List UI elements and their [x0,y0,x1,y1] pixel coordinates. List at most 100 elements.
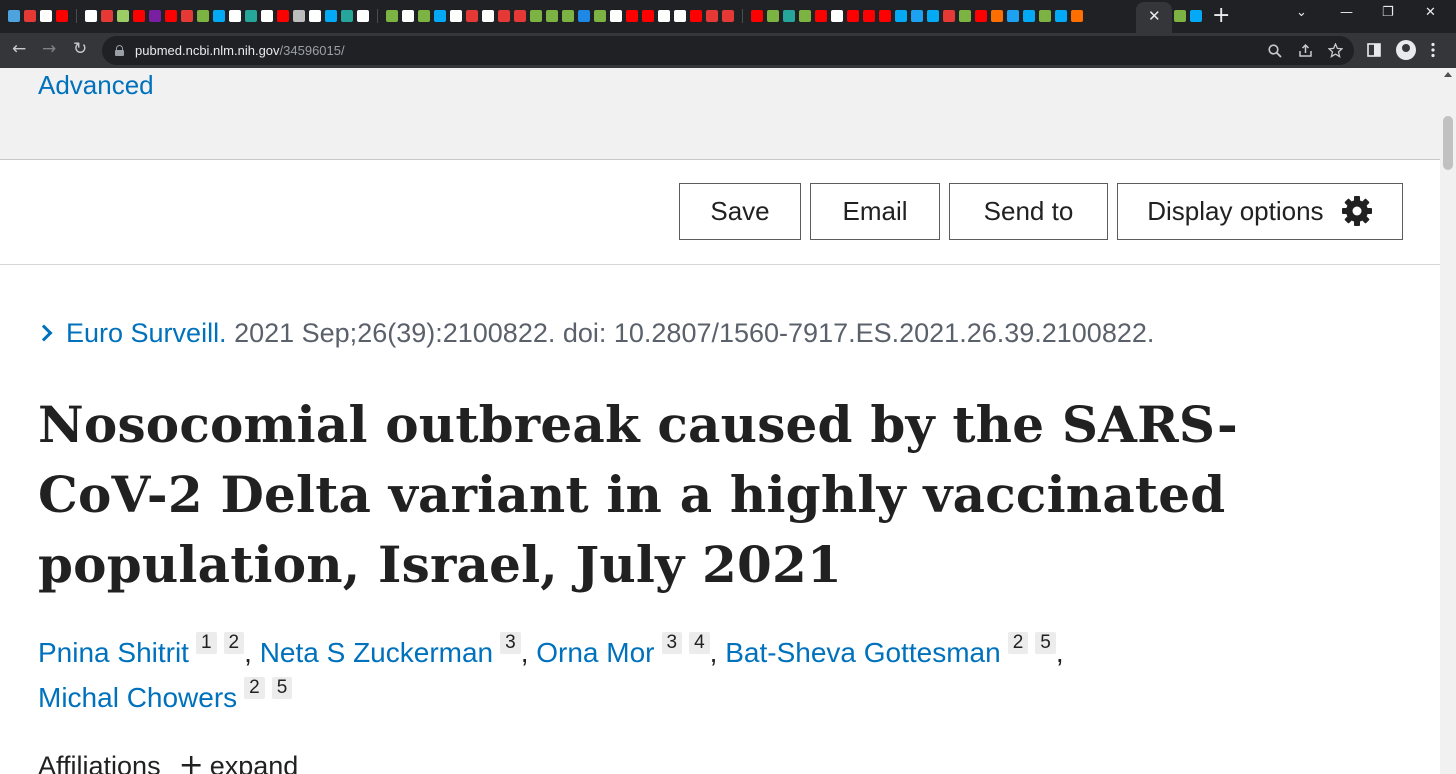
tab-favicon[interactable] [706,10,718,22]
tab-favicon[interactable] [767,10,779,22]
tab-favicon[interactable] [245,10,257,22]
scrollbar-thumb[interactable] [1443,116,1453,170]
tab-favicon[interactable] [799,10,811,22]
share-icon[interactable] [1298,43,1313,58]
side-panel-icon[interactable] [1367,43,1381,57]
menu-icon[interactable] [1430,42,1436,58]
send-to-button[interactable]: Send to [949,183,1108,240]
tab-favicon[interactable] [181,10,193,22]
advanced-search-link[interactable]: Advanced [38,70,154,101]
tab-favicon[interactable] [879,10,891,22]
tab-favicon[interactable] [8,10,20,22]
bookmark-star-icon[interactable] [1328,43,1343,58]
tab-favicon[interactable] [213,10,225,22]
tab-favicon[interactable] [1071,10,1083,22]
minimize-icon[interactable]: — [1340,5,1353,20]
tab-favicon[interactable] [482,10,494,22]
author-link[interactable]: Neta S Zuckerman [260,637,493,668]
tab-favicon[interactable] [530,10,542,22]
tab-favicon[interactable] [24,10,36,22]
affiliation-badge[interactable]: 3 [500,632,521,654]
tab-favicon[interactable] [1174,10,1186,22]
back-icon[interactable]: ← [12,39,26,59]
tab-favicon[interactable] [815,10,827,22]
tab-favicon[interactable] [690,10,702,22]
tab-favicon[interactable] [357,10,369,22]
affiliation-badge[interactable]: 2 [1007,632,1029,654]
tab-favicon[interactable] [658,10,670,22]
tab-favicon[interactable] [594,10,606,22]
author-link[interactable]: Orna Mor [536,637,654,668]
tab-favicon[interactable] [85,10,97,22]
tab-favicon[interactable] [751,10,763,22]
tab-favicon[interactable] [783,10,795,22]
tab-favicon[interactable] [831,10,843,22]
tab-search-icon[interactable]: ⌄ [1296,5,1307,20]
scroll-up-arrow-icon[interactable] [1444,72,1452,77]
tab-favicon[interactable] [1190,10,1202,22]
author-link[interactable]: Bat-Sheva Gottesman [725,637,1000,668]
tab-favicon[interactable] [309,10,321,22]
active-tab[interactable]: ✕ [1136,2,1172,33]
tab-favicon[interactable] [261,10,273,22]
tab-favicon[interactable] [101,10,113,22]
tab-favicon-extra[interactable] [1172,8,1204,26]
tab-favicon[interactable] [895,10,907,22]
author-link[interactable]: Pnina Shitrit [38,637,189,668]
tab-favicon[interactable] [450,10,462,22]
tab-favicon[interactable] [546,10,558,22]
lock-icon[interactable] [115,45,124,56]
forward-icon[interactable]: → [42,39,56,59]
author-link[interactable]: Michal Chowers [38,682,237,713]
close-tab-icon[interactable]: ✕ [1148,7,1161,25]
tab-favicon[interactable] [610,10,622,22]
window-close-icon[interactable]: ✕ [1425,5,1436,20]
tab-favicon[interactable] [56,10,68,22]
expand-label[interactable]: expand [210,751,299,774]
tab-favicon[interactable] [434,10,446,22]
tab-favicon[interactable] [341,10,353,22]
tab-favicon[interactable] [149,10,161,22]
tab-favicon[interactable] [943,10,955,22]
tab-favicon[interactable] [722,10,734,22]
new-tab-button[interactable]: + [1212,3,1230,28]
tab-favicon[interactable] [498,10,510,22]
tab-favicon[interactable] [991,10,1003,22]
save-button[interactable]: Save [679,183,801,240]
tab-favicon[interactable] [293,10,305,22]
affiliation-badge[interactable]: 1 [195,632,217,654]
affiliation-badge[interactable]: 2 [244,677,265,699]
tab-favicon[interactable] [117,10,129,22]
tab-favicon[interactable] [229,10,241,22]
url-text[interactable]: pubmed.ncbi.nlm.nih.gov/34596015/ [135,43,345,58]
tab-favicon[interactable] [578,10,590,22]
tab-favicon[interactable] [165,10,177,22]
affiliation-badge[interactable]: 2 [223,632,245,654]
tab-favicon[interactable] [418,10,430,22]
tab-favicon[interactable] [626,10,638,22]
maximize-icon[interactable]: ❐ [1382,5,1394,20]
email-button[interactable]: Email [810,183,940,240]
page-scrollbar[interactable] [1440,68,1456,774]
tab-favicon[interactable] [959,10,971,22]
tab-favicon[interactable] [325,10,337,22]
tab-favicon[interactable] [133,10,145,22]
display-options-button[interactable]: Display options [1117,183,1403,240]
tab-favicon[interactable] [514,10,526,22]
tab-favicon[interactable] [402,10,414,22]
zoom-icon[interactable] [1268,44,1282,58]
affiliation-badge[interactable]: 3 [661,632,683,654]
profile-icon[interactable] [1396,40,1416,60]
tab-favicon[interactable] [1023,10,1035,22]
tab-favicon[interactable] [386,10,398,22]
tab-favicon[interactable] [863,10,875,22]
tab-favicon[interactable] [674,10,686,22]
tab-favicon[interactable] [642,10,654,22]
tab-favicon[interactable] [1007,10,1019,22]
tab-favicon[interactable] [197,10,209,22]
chevron-right-icon[interactable] [35,324,53,342]
tab-favicon[interactable] [562,10,574,22]
tab-favicon[interactable] [277,10,289,22]
tab-favicons[interactable] [6,8,1136,24]
affiliations-toggle[interactable]: Affiliations + expand [38,748,298,774]
